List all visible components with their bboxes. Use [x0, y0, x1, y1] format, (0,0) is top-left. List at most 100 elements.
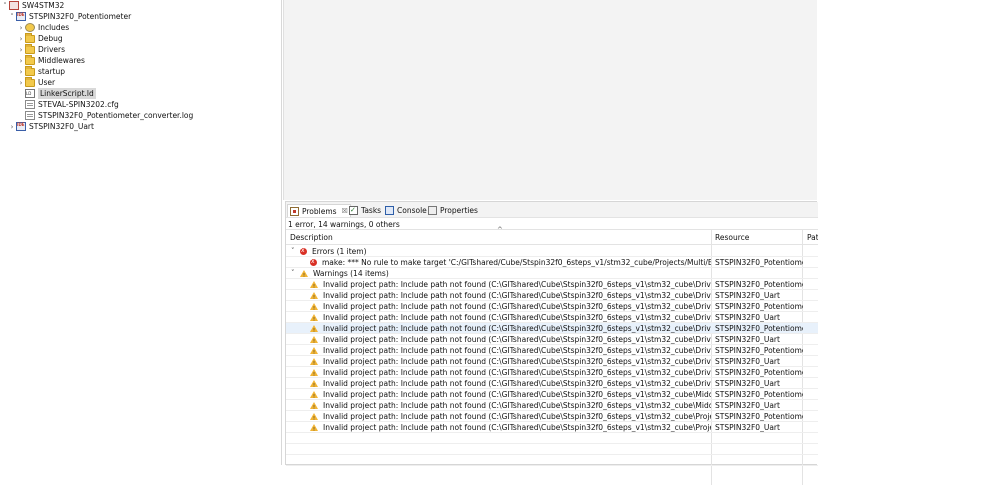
chevron-right-icon[interactable]: › [17, 46, 25, 54]
column-header-description[interactable]: Description [286, 230, 711, 245]
description-text: Invalid project path: Include path not f… [323, 368, 711, 377]
chevron-right-icon[interactable]: › [8, 123, 16, 131]
warning-icon [310, 314, 318, 322]
description-cell: Invalid project path: Include path not f… [286, 301, 711, 311]
file-icon [25, 111, 35, 120]
resource-cell: STSPIN32F0_Uart [715, 335, 780, 344]
description-cell: Invalid project path: Include path not f… [286, 378, 711, 388]
table-row[interactable]: Invalid project path: Include path not f… [286, 279, 818, 290]
tab-label: Problems [302, 206, 337, 216]
tree-item-potentiometer-project[interactable]: ˅ STSPIN32F0_Potentiometer [8, 11, 131, 22]
path-cell [803, 411, 818, 421]
resource-cell: STSPIN32F0_Potentiometer [715, 302, 803, 311]
tree-item-includes[interactable]: › Includes [17, 22, 69, 33]
tree-item-debug[interactable]: › Debug [17, 32, 63, 44]
chevron-right-icon[interactable]: › [17, 35, 25, 43]
tree-item-cfg-file[interactable]: STEVAL-SPIN3202.cfg [17, 99, 119, 110]
path-cell [803, 367, 818, 377]
description-cell: Invalid project path: Include path not f… [286, 367, 711, 377]
table-row[interactable]: Invalid project path: Include path not f… [286, 356, 818, 367]
chevron-down-icon[interactable]: ˅ [1, 2, 9, 10]
warning-icon [310, 303, 318, 311]
group-row-errors[interactable]: ˅ Errors (1 item) [286, 246, 818, 257]
column-header-resource[interactable]: Resource [711, 230, 803, 245]
chevron-right-icon[interactable]: › [17, 79, 25, 87]
tree-item-label: Debug [38, 34, 63, 43]
table-row[interactable]: Invalid project path: Include path not f… [286, 411, 818, 422]
tree-item-linkerscript[interactable]: LinkerScript.ld [17, 88, 96, 99]
table-row[interactable]: Invalid project path: Include path not f… [286, 345, 818, 356]
chevron-down-icon[interactable]: ˅ [291, 268, 300, 278]
tree-item-label: LinkerScript.ld [38, 88, 96, 99]
table-header: ^ Description Resource Pat [286, 226, 818, 245]
table-row[interactable]: Invalid project path: Include path not f… [286, 378, 818, 389]
tree-item-drivers[interactable]: › Drivers [17, 43, 65, 55]
description-cell: Invalid project path: Include path not f… [286, 400, 711, 410]
description-text: Invalid project path: Include path not f… [323, 379, 711, 388]
tree-item-label: Drivers [38, 45, 65, 54]
tab-label: Properties [440, 206, 478, 215]
description-text: Invalid project path: Include path not f… [323, 390, 711, 399]
description-text: Invalid project path: Include path not f… [323, 423, 711, 432]
group-label: Errors (1 item) [312, 247, 367, 256]
warning-icon [310, 347, 318, 355]
table-row[interactable]: Invalid project path: Include path not f… [286, 367, 818, 378]
description-cell: Invalid project path: Include path not f… [286, 334, 711, 344]
warning-icon [310, 358, 318, 366]
table-row[interactable]: make: *** No rule to make target 'C:/GIT… [286, 257, 818, 268]
chevron-down-icon[interactable]: ˅ [291, 246, 300, 256]
tree-item-uart-project[interactable]: › STSPIN32F0_Uart [8, 121, 94, 132]
path-cell [803, 257, 818, 267]
chevron-right-icon[interactable]: › [17, 57, 25, 65]
warning-icon [310, 325, 318, 333]
path-cell [803, 334, 818, 344]
tree-item-label: User [38, 78, 56, 87]
tree-item-middlewares[interactable]: › Middlewares [17, 54, 85, 66]
warning-icon [310, 391, 318, 399]
ide-project-icon [16, 122, 26, 131]
table-row[interactable]: Invalid project path: Include path not f… [286, 301, 818, 312]
tree-item-label: STSPIN32F0_Potentiometer [29, 12, 132, 21]
table-row[interactable]: Invalid project path: Include path not f… [286, 400, 818, 411]
resource-cell: STSPIN32F0_Uart [715, 357, 780, 366]
warning-icon [310, 336, 318, 344]
tree-item-label: STSPIN32F0_Potentiometer_converter.log [38, 111, 194, 120]
table-row[interactable]: Invalid project path: Include path not f… [286, 312, 818, 323]
table-row[interactable]: Invalid project path: Include path not f… [286, 323, 818, 334]
tab-properties[interactable]: Properties [426, 204, 480, 217]
tree-item-label: STSPIN32F0_Uart [29, 122, 94, 131]
path-cell [803, 312, 818, 322]
tree-item-log-file[interactable]: STSPIN32F0_Potentiometer_converter.log [17, 110, 193, 121]
chevron-down-icon[interactable]: ˅ [8, 13, 16, 21]
table-row[interactable]: Invalid project path: Include path not f… [286, 389, 818, 400]
folder-icon [25, 54, 35, 65]
resource-cell: STSPIN32F0_Potentiometer [715, 346, 803, 355]
tree-item-label: startup [38, 67, 65, 76]
resource-cell: STSPIN32F0_Potentiometer [715, 412, 803, 421]
tab-console[interactable]: Console [383, 204, 429, 217]
view-tab-bar: Problems ☒ Tasks Console Properties [286, 202, 818, 218]
table-row[interactable]: Invalid project path: Include path not f… [286, 422, 818, 433]
resource-cell: STSPIN32F0_Potentiometer [715, 324, 803, 333]
group-row-warnings[interactable]: ˅ Warnings (14 items) [286, 268, 818, 279]
chevron-right-icon[interactable]: › [17, 24, 25, 32]
warning-icon [310, 402, 318, 410]
description-text: Invalid project path: Include path not f… [323, 335, 711, 344]
tree-item-sw4stm32[interactable]: ˅ SW4STM32 [1, 0, 64, 11]
tab-problems[interactable]: Problems ☒ [287, 204, 351, 217]
tab-tasks[interactable]: Tasks [347, 204, 383, 217]
description-text: Invalid project path: Include path not f… [323, 324, 711, 333]
folder-icon [25, 43, 35, 54]
editor-area [283, 0, 817, 200]
table-row[interactable]: Invalid project path: Include path not f… [286, 334, 818, 345]
resource-cell: STSPIN32F0_Potentiometer [715, 258, 803, 267]
tree-item-user[interactable]: › User [17, 76, 56, 88]
tree-item-startup[interactable]: › startup [17, 65, 65, 77]
column-header-path[interactable]: Pat [803, 230, 818, 245]
table-row[interactable]: Invalid project path: Include path not f… [286, 290, 818, 301]
description-text: Invalid project path: Include path not f… [323, 357, 711, 366]
chevron-right-icon[interactable]: › [17, 68, 25, 76]
